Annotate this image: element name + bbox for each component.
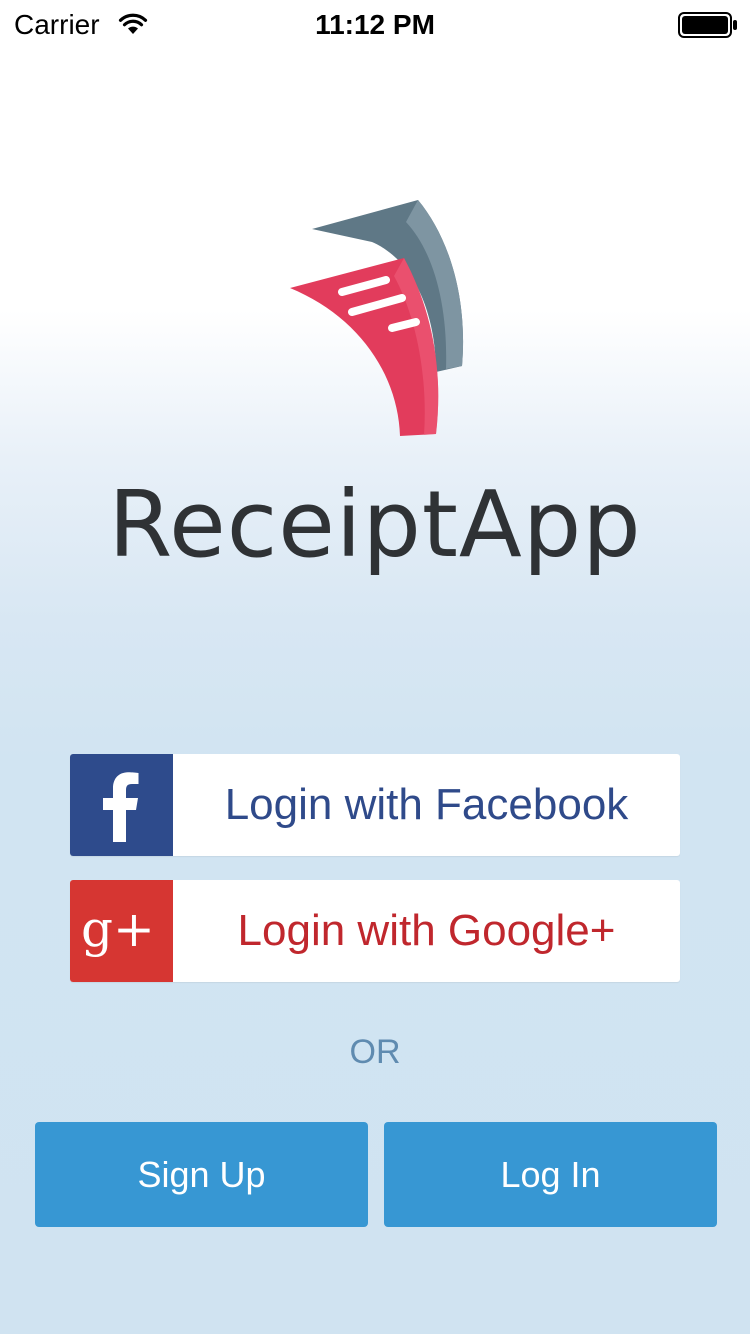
google-plus-icon: g+	[70, 880, 173, 982]
status-bar: Carrier 11:12 PM	[0, 0, 750, 50]
receipt-logo-icon	[276, 196, 476, 446]
login-with-google-plus-button[interactable]: g+ Login with Google+	[70, 880, 680, 982]
sign-up-button[interactable]: Sign Up	[35, 1122, 368, 1227]
app-name: ReceiptApp	[108, 471, 642, 578]
or-divider: OR	[349, 1033, 401, 1071]
facebook-icon	[70, 754, 173, 856]
facebook-login-label: Login with Facebook	[224, 780, 629, 829]
battery-icon	[678, 12, 738, 38]
login-with-facebook-button[interactable]: Login with Facebook	[70, 754, 680, 856]
google-plus-glyph: g+	[81, 900, 155, 958]
log-in-button[interactable]: Log In	[384, 1122, 717, 1227]
clock: 11:12 PM	[315, 9, 435, 40]
google-login-label: Login with Google+	[237, 906, 616, 955]
